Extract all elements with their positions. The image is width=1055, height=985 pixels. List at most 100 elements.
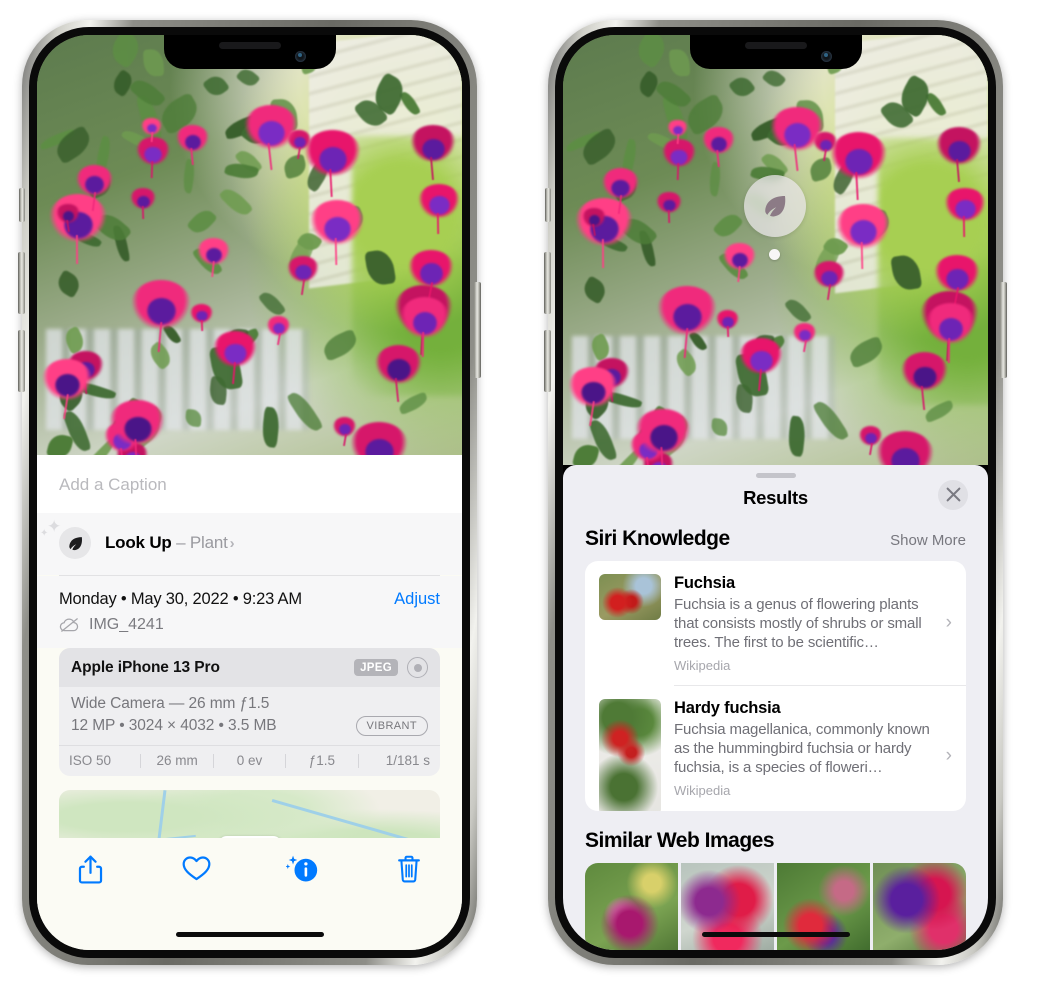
screenshot-root: Add a Caption ✦ ✦ Look Up – Plant › Mond… [0, 0, 1055, 985]
power-button-left[interactable] [474, 282, 481, 378]
foliage-leaf [363, 248, 396, 287]
card-source: Wikipedia [674, 657, 731, 673]
similar-image-thumb[interactable] [873, 863, 966, 950]
card-title: Hardy fuchsia [674, 698, 781, 717]
similar-web-images-title: Similar Web Images [585, 829, 775, 853]
mute-switch-left[interactable] [19, 188, 25, 222]
fuchsia-corolla [386, 359, 411, 382]
results-sheet: Results Siri Knowledge Show More Fuchsia… [563, 465, 988, 950]
screen-right: Results Siri Knowledge Show More Fuchsia… [563, 35, 988, 950]
fuchsia-flowers [37, 35, 462, 455]
visual-look-up-anchor-dot [769, 249, 780, 260]
exif-body: Wide Camera — 26 mm ƒ1.5 12 MP • 3024 × … [59, 687, 440, 745]
earpiece-speaker-icon [218, 42, 281, 49]
capture-date: Monday • May 30, 2022 • 9:23 AM [59, 590, 302, 608]
iphone-left: Add a Caption ✦ ✦ Look Up – Plant › Mond… [18, 20, 481, 965]
photo-info-sheet: Add a Caption ✦ ✦ Look Up – Plant › Mond… [37, 455, 462, 950]
fuchsia-corolla [890, 448, 920, 465]
foliage-leaf [320, 328, 361, 362]
lens-info: Wide Camera — 26 mm ƒ1.5 [71, 695, 270, 712]
fuchsia-corolla [938, 318, 964, 341]
card-thumbnail [599, 698, 661, 812]
foliage-leaf [218, 184, 254, 220]
sparkle-small-icon: ✦ [40, 528, 49, 539]
results-title: Results [743, 486, 808, 508]
notch-left [163, 35, 336, 69]
siri-knowledge-cards: Fuchsia Fuchsia is a genus of flowering … [585, 560, 966, 812]
leaf-icon: ✦ ✦ [40, 518, 91, 559]
volume-down-button-right[interactable] [544, 330, 551, 392]
volume-up-button-left[interactable] [18, 252, 25, 314]
earpiece-speaker-icon [744, 42, 807, 49]
foliage-leaf [710, 418, 729, 437]
foliage-leaf [235, 65, 261, 90]
info-sparkle-icon [285, 855, 317, 882]
front-camera-icon [820, 51, 832, 62]
similar-web-images-header: Similar Web Images [563, 811, 988, 863]
caption-placeholder: Add a Caption [59, 475, 167, 494]
fuchsia-corolla [412, 311, 438, 335]
caption-field[interactable]: Add a Caption [37, 455, 462, 513]
home-indicator-left[interactable] [175, 931, 324, 937]
foliage-leaf [811, 397, 850, 444]
photo-image-left[interactable] [37, 35, 462, 455]
exif-stat: 1/181 s [385, 753, 431, 768]
close-button[interactable] [938, 479, 968, 510]
volume-up-button-right[interactable] [544, 252, 551, 314]
capture-meta-row: Monday • May 30, 2022 • 9:23 AM Adjust [37, 576, 462, 613]
aperture-icon[interactable] [407, 657, 428, 678]
foliage-leaf [184, 409, 203, 428]
foliage-leaf [201, 71, 230, 100]
adjust-button[interactable]: Adjust [394, 590, 440, 609]
show-more-button[interactable]: Show More [890, 532, 966, 549]
fuchsia-stamen [75, 235, 78, 265]
info-button[interactable] [250, 854, 356, 884]
format-badge: JPEG [354, 659, 398, 676]
exif-stat: ƒ1.5 [308, 753, 336, 768]
exif-card: Apple iPhone 13 Pro JPEG Wide Camera — 2… [59, 648, 440, 776]
knowledge-card[interactable]: Hardy fuchsia Fuchsia magellanica, commo… [585, 686, 966, 812]
look-up-subject: Plant [189, 533, 228, 552]
favorite-button[interactable] [143, 854, 249, 882]
fuchsia-corolla [912, 366, 937, 389]
fuchsia-corolla [844, 148, 874, 176]
volume-down-button-left[interactable] [18, 330, 25, 392]
foliage-leaf [577, 126, 622, 167]
exif-stat: 0 ev [236, 753, 263, 768]
fuchsia-corolla [429, 196, 450, 216]
exif-stat: 26 mm [156, 753, 198, 768]
foliage-leaf [186, 205, 219, 238]
power-button-right[interactable] [1000, 282, 1007, 378]
photo-image-right[interactable] [563, 35, 988, 465]
photographic-style-badge: VIBRANT [355, 716, 428, 736]
fuchsia-corolla [422, 138, 446, 160]
knowledge-card[interactable]: Fuchsia Fuchsia is a genus of flowering … [585, 561, 966, 685]
screen-left: Add a Caption ✦ ✦ Look Up – Plant › Mond… [37, 35, 462, 950]
close-icon [946, 487, 960, 502]
share-button[interactable] [37, 854, 143, 885]
exif-stat: ISO 50 [69, 753, 112, 768]
look-up-row[interactable]: ✦ ✦ Look Up – Plant › [37, 513, 462, 575]
fuchsia-corolla [670, 149, 688, 166]
foliage-leaf [727, 72, 756, 101]
foliage-leaf [145, 340, 175, 371]
heart-icon [182, 856, 211, 881]
home-indicator-right[interactable] [701, 931, 850, 937]
visual-look-up-badge[interactable] [744, 175, 806, 237]
mute-switch-right[interactable] [545, 188, 551, 222]
card-description: Fuchsia is a genus of flowering plants t… [674, 595, 922, 651]
fuchsia-corolla [588, 215, 601, 226]
iphone-right: Results Siri Knowledge Show More Fuchsia… [544, 20, 1007, 965]
foliage-leaf [257, 289, 286, 320]
delete-button[interactable] [356, 854, 462, 884]
similar-image-thumb[interactable] [585, 863, 678, 950]
foliage-leaf [285, 388, 324, 436]
foliage-leaf [761, 66, 787, 91]
image-size-info: 12 MP • 3024 × 4032 • 3.5 MB [71, 717, 277, 734]
foliage-leaf [631, 35, 671, 70]
foliage-leaf [53, 269, 84, 299]
exif-header: Apple iPhone 13 Pro JPEG [59, 648, 440, 687]
siri-knowledge-title: Siri Knowledge [585, 526, 730, 550]
fuchsia-corolla [137, 195, 150, 208]
fuchsia-stamen [726, 326, 729, 338]
